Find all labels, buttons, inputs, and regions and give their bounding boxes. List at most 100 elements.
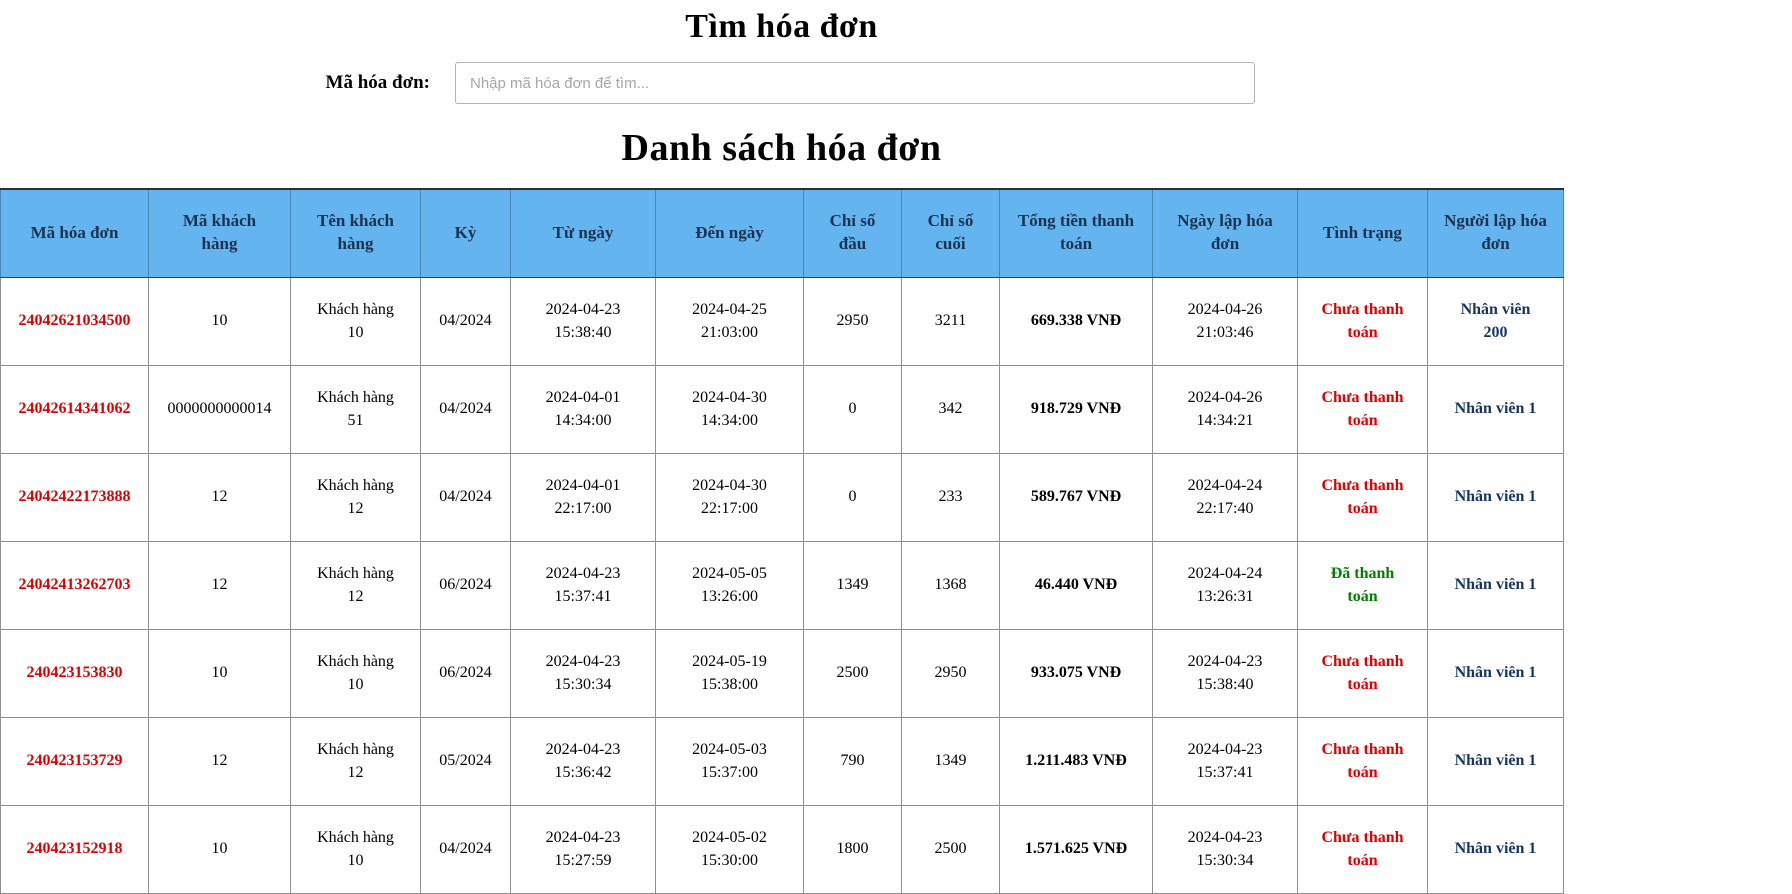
cell-period: 05/2024 [420, 716, 511, 806]
cell-status: Đã thanh toán [1297, 540, 1428, 630]
cell-customer-code: 12 [148, 452, 291, 542]
invoice-code-link[interactable]: 240423153729 [27, 752, 123, 769]
cell-customer-name: Khách hàng 51 [290, 364, 421, 454]
cell-total-amount: 933.075 VNĐ [999, 628, 1153, 718]
cell-from-date: 2024-04-23 15:27:59 [510, 804, 656, 894]
invoice-code-link[interactable]: 240423153830 [27, 664, 123, 681]
cell-status: Chưa thanh toán [1297, 716, 1428, 806]
header-cell: Người lập hóa đơn [1427, 188, 1564, 278]
cell-creator: Nhân viên 1 [1427, 804, 1564, 894]
cell-period: 04/2024 [420, 364, 511, 454]
cell-total-amount: 918.729 VNĐ [999, 364, 1153, 454]
cell-created-date: 2024-04-26 21:03:46 [1152, 276, 1298, 366]
table-body: 24042621034500 10 Khách hàng 10 04/2024 2024… [0, 276, 1564, 894]
cell-creator: Nhân viên 1 [1427, 628, 1564, 718]
cell-invoice-code[interactable]: 240423152918 [0, 804, 149, 894]
cell-start-index: 1349 [803, 540, 902, 630]
invoice-table: Mã hóa đơn Mã khách hàng Tên khách hàng Kỳ T… [0, 188, 1564, 894]
cell-period: 06/2024 [420, 628, 511, 718]
table-row: 24042621034500 10 Khách hàng 10 04/2024 2024… [0, 276, 1564, 366]
cell-invoice-code[interactable]: 240423153830 [0, 628, 149, 718]
cell-invoice-code[interactable]: 24042621034500 [0, 276, 149, 366]
cell-to-date: 2024-05-19 15:38:00 [655, 628, 804, 718]
header-cell: Ngày lập hóa đơn [1152, 188, 1298, 278]
invoice-code-link[interactable]: 240423152918 [27, 840, 123, 857]
main-container: Tìm hóa đơn Mã hóa đơn: Danh sách hóa đơ… [0, 0, 1564, 894]
cell-status: Chưa thanh toán [1297, 452, 1428, 542]
cell-customer-name: Khách hàng 12 [290, 540, 421, 630]
header-cell: Tên khách hàng [290, 188, 421, 278]
search-section-title: Tìm hóa đơn [685, 8, 878, 45]
cell-period: 04/2024 [420, 452, 511, 542]
cell-created-date: 2024-04-23 15:37:41 [1152, 716, 1298, 806]
cell-created-date: 2024-04-23 15:38:40 [1152, 628, 1298, 718]
cell-status: Chưa thanh toán [1297, 364, 1428, 454]
invoice-list-title: Danh sách hóa đơn [621, 127, 942, 169]
cell-period: 06/2024 [420, 540, 511, 630]
cell-creator: Nhân viên 1 [1427, 540, 1564, 630]
table-row: 240423153830 10 Khách hàng 10 06/2024 2024-0… [0, 628, 1564, 718]
cell-start-index: 0 [803, 364, 902, 454]
invoice-code-label: Mã hóa đơn: [325, 72, 430, 93]
invoice-code-search-input[interactable] [455, 62, 1255, 104]
cell-status: Chưa thanh toán [1297, 628, 1428, 718]
cell-to-date: 2024-04-25 21:03:00 [655, 276, 804, 366]
invoice-code-link[interactable]: 24042413262703 [19, 576, 131, 593]
cell-to-date: 2024-05-03 15:37:00 [655, 716, 804, 806]
invoice-code-link[interactable]: 24042614341062 [19, 400, 131, 417]
cell-end-index: 2950 [901, 628, 1000, 718]
header-cell: Mã hóa đơn [0, 188, 149, 278]
table-row: 240423153729 12 Khách hàng 12 05/2024 2024-0… [0, 716, 1564, 806]
cell-total-amount: 1.571.625 VNĐ [999, 804, 1153, 894]
cell-customer-code: 12 [148, 540, 291, 630]
header-cell: Từ ngày [510, 188, 656, 278]
cell-end-index: 1368 [901, 540, 1000, 630]
cell-creator: Nhân viên 1 [1427, 716, 1564, 806]
cell-invoice-code[interactable]: 24042614341062 [0, 364, 149, 454]
cell-end-index: 3211 [901, 276, 1000, 366]
cell-created-date: 2024-04-23 15:30:34 [1152, 804, 1298, 894]
cell-created-date: 2024-04-26 14:34:21 [1152, 364, 1298, 454]
cell-from-date: 2024-04-23 15:38:40 [510, 276, 656, 366]
cell-total-amount: 1.211.483 VNĐ [999, 716, 1153, 806]
cell-created-date: 2024-04-24 22:17:40 [1152, 452, 1298, 542]
cell-invoice-code[interactable]: 24042413262703 [0, 540, 149, 630]
cell-start-index: 790 [803, 716, 902, 806]
header-cell: Tổng tiền thanh toán [999, 188, 1153, 278]
cell-creator: Nhân viên 1 [1427, 364, 1564, 454]
cell-start-index: 2950 [803, 276, 902, 366]
cell-from-date: 2024-04-23 15:30:34 [510, 628, 656, 718]
header-cell: Chỉ số đầu [803, 188, 902, 278]
cell-customer-code: 10 [148, 804, 291, 894]
search-form: Mã hóa đơn: [0, 62, 1563, 104]
header-cell: Đến ngày [655, 188, 804, 278]
cell-status: Chưa thanh toán [1297, 804, 1428, 894]
cell-end-index: 233 [901, 452, 1000, 542]
table-row: 24042422173888 12 Khách hàng 12 04/2024 2024… [0, 452, 1564, 542]
cell-customer-name: Khách hàng 10 [290, 804, 421, 894]
cell-end-index: 342 [901, 364, 1000, 454]
cell-creator: Nhân viên 200 [1427, 276, 1564, 366]
cell-period: 04/2024 [420, 276, 511, 366]
table-row: 24042413262703 12 Khách hàng 12 06/2024 2024… [0, 540, 1564, 630]
cell-customer-name: Khách hàng 10 [290, 628, 421, 718]
table-row: 240423152918 10 Khách hàng 10 04/2024 2024-0… [0, 804, 1564, 894]
table-header-row: Mã hóa đơn Mã khách hàng Tên khách hàng Kỳ T… [0, 188, 1564, 278]
table-row: 24042614341062 0000000000014 Khách hàng 51… [0, 364, 1564, 454]
cell-start-index: 0 [803, 452, 902, 542]
cell-customer-name: Khách hàng 10 [290, 276, 421, 366]
cell-customer-name: Khách hàng 12 [290, 452, 421, 542]
cell-total-amount: 669.338 VNĐ [999, 276, 1153, 366]
cell-customer-code: 10 [148, 276, 291, 366]
cell-end-index: 2500 [901, 804, 1000, 894]
cell-invoice-code[interactable]: 24042422173888 [0, 452, 149, 542]
header-cell: Chỉ số cuối [901, 188, 1000, 278]
invoice-code-link[interactable]: 24042422173888 [19, 488, 131, 505]
invoice-code-link[interactable]: 24042621034500 [19, 312, 131, 329]
cell-to-date: 2024-04-30 14:34:00 [655, 364, 804, 454]
cell-from-date: 2024-04-23 15:36:42 [510, 716, 656, 806]
header-cell: Kỳ [420, 188, 511, 278]
cell-total-amount: 46.440 VNĐ [999, 540, 1153, 630]
cell-invoice-code[interactable]: 240423153729 [0, 716, 149, 806]
cell-customer-code: 10 [148, 628, 291, 718]
